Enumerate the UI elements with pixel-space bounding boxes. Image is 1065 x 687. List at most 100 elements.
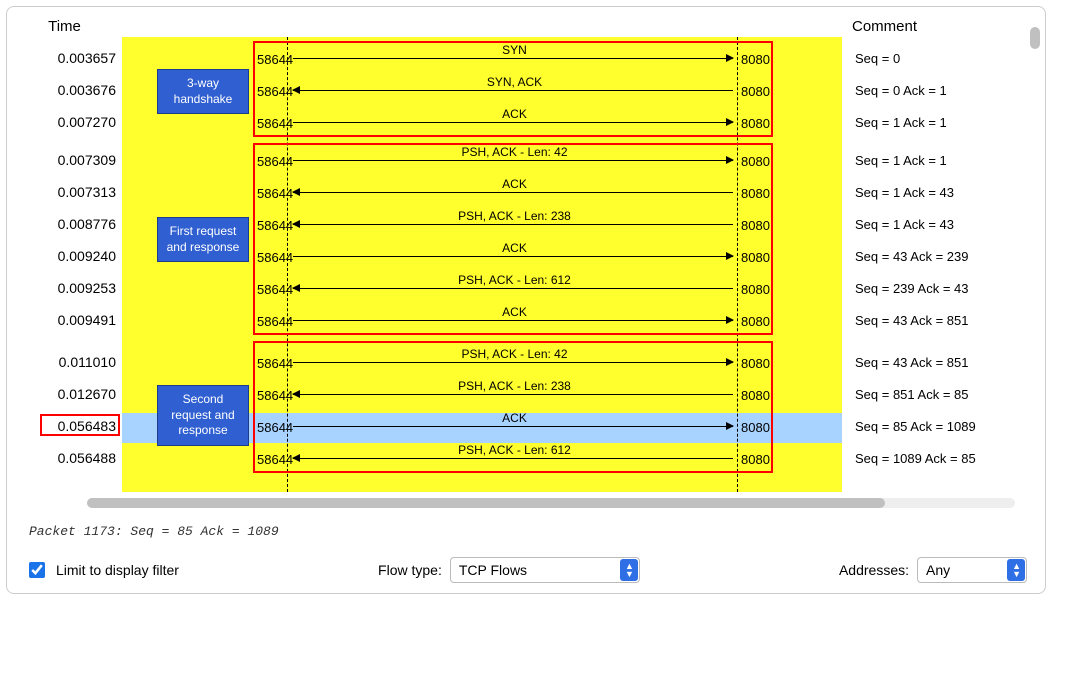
port-left: 58644: [257, 356, 293, 371]
comment-value: Seq = 0 Ack = 1: [855, 83, 947, 98]
message-label: SYN, ACK: [307, 75, 722, 89]
flow-row[interactable]: 0.056483 58644 8080 ACK Seq = 85 Ack = 1…: [7, 411, 1045, 443]
arrow-left-icon: [293, 288, 733, 289]
comment-value: Seq = 851 Ack = 85: [855, 387, 968, 402]
limit-filter-checkbox[interactable]: [29, 562, 45, 578]
time-value: 0.012670: [7, 386, 122, 402]
port-right: 8080: [741, 452, 770, 467]
port-left: 58644: [257, 154, 293, 169]
flow-graph-panel: Time 192.168.0.2 192.168.0.30 Comment 3-…: [6, 6, 1046, 594]
addresses-select-wrap: Any ▲▼: [917, 557, 1027, 583]
comment-value: Seq = 85 Ack = 1089: [855, 419, 976, 434]
arrow-right-icon: [293, 426, 733, 427]
port-left: 58644: [257, 420, 293, 435]
port-right: 8080: [741, 52, 770, 67]
port-left: 58644: [257, 116, 293, 131]
port-right: 8080: [741, 186, 770, 201]
arrow-right-icon: [293, 320, 733, 321]
time-value: 0.008776: [7, 216, 122, 232]
arrow-left-icon: [293, 458, 733, 459]
flow-row[interactable]: 0.007270 58644 8080 ACK Seq = 1 Ack = 1: [7, 107, 1045, 139]
arrow-right-icon: [293, 362, 733, 363]
comment-value: Seq = 1 Ack = 1: [855, 115, 947, 130]
controls-row: Limit to display filter Flow type: TCP F…: [7, 557, 1045, 583]
flow-row[interactable]: 0.011010 58644 8080 PSH, ACK - Len: 42 S…: [7, 347, 1045, 379]
arrow-right-icon: [293, 256, 733, 257]
port-right: 8080: [741, 154, 770, 169]
limit-filter-label: Limit to display filter: [56, 562, 179, 578]
horizontal-scrollbar[interactable]: [87, 498, 1015, 508]
port-left: 58644: [257, 84, 293, 99]
time-value: 0.007313: [7, 184, 122, 200]
message-label: ACK: [307, 241, 722, 255]
flow-diagram[interactable]: 3-way handshake First request and respon…: [7, 37, 1045, 492]
addresses-select[interactable]: Any: [917, 557, 1027, 583]
port-right: 8080: [741, 356, 770, 371]
flow-row[interactable]: 0.007313 58644 8080 ACK Seq = 1 Ack = 43: [7, 177, 1045, 209]
flow-row[interactable]: 0.003676 58644 8080 SYN, ACK Seq = 0 Ack…: [7, 75, 1045, 107]
scrollbar-thumb[interactable]: [87, 498, 885, 508]
flow-row[interactable]: 0.009491 58644 8080 ACK Seq = 43 Ack = 8…: [7, 305, 1045, 337]
arrow-left-icon: [293, 192, 733, 193]
flow-row[interactable]: 0.009240 58644 8080 ACK Seq = 43 Ack = 2…: [7, 241, 1045, 273]
message-label: PSH, ACK - Len: 612: [307, 273, 722, 287]
comment-value: Seq = 43 Ack = 239: [855, 249, 968, 264]
flow-row[interactable]: 0.056488 58644 8080 PSH, ACK - Len: 612 …: [7, 443, 1045, 475]
port-right: 8080: [741, 282, 770, 297]
port-left: 58644: [257, 314, 293, 329]
port-left: 58644: [257, 52, 293, 67]
message-label: PSH, ACK - Len: 238: [307, 379, 722, 393]
message-label: PSH, ACK - Len: 612: [307, 443, 722, 457]
status-text: Packet 1173: Seq = 85 Ack = 1089: [29, 524, 1045, 539]
time-value: 0.003676: [7, 82, 122, 98]
port-left: 58644: [257, 282, 293, 297]
time-value: 0.056488: [7, 450, 122, 466]
port-left: 58644: [257, 218, 293, 233]
flow-type-select[interactable]: TCP Flows: [450, 557, 640, 583]
port-right: 8080: [741, 250, 770, 265]
time-value: 0.009253: [7, 280, 122, 296]
message-label: ACK: [307, 305, 722, 319]
comment-value: Seq = 239 Ack = 43: [855, 281, 968, 296]
comment-value: Seq = 1 Ack = 43: [855, 217, 954, 232]
message-label: SYN: [307, 43, 722, 57]
arrow-right-icon: [293, 160, 733, 161]
comment-value: Seq = 43 Ack = 851: [855, 355, 968, 370]
message-label: PSH, ACK - Len: 42: [307, 347, 722, 361]
flow-row[interactable]: 0.012670 58644 8080 PSH, ACK - Len: 238 …: [7, 379, 1045, 411]
arrow-left-icon: [293, 90, 733, 91]
port-right: 8080: [741, 420, 770, 435]
port-right: 8080: [741, 116, 770, 131]
flow-row[interactable]: 0.007309 58644 8080 PSH, ACK - Len: 42 S…: [7, 145, 1045, 177]
port-left: 58644: [257, 388, 293, 403]
port-left: 58644: [257, 452, 293, 467]
message-label: PSH, ACK - Len: 238: [307, 209, 722, 223]
flow-type-label: Flow type:: [378, 562, 442, 578]
header-comment: Comment: [842, 18, 1022, 35]
arrow-right-icon: [293, 122, 733, 123]
message-label: ACK: [307, 107, 722, 121]
arrow-left-icon: [293, 224, 733, 225]
port-right: 8080: [741, 84, 770, 99]
port-left: 58644: [257, 250, 293, 265]
addresses-label: Addresses:: [839, 562, 909, 578]
time-value: 0.011010: [7, 354, 122, 370]
time-value: 0.007309: [7, 152, 122, 168]
port-right: 8080: [741, 218, 770, 233]
arrow-left-icon: [293, 394, 733, 395]
comment-value: Seq = 1 Ack = 43: [855, 185, 954, 200]
flow-row[interactable]: 0.003657 58644 8080 SYN Seq = 0: [7, 43, 1045, 75]
time-value: 0.003657: [7, 50, 122, 66]
port-right: 8080: [741, 388, 770, 403]
time-value: 0.056483: [7, 418, 122, 434]
flow-row[interactable]: 0.008776 58644 8080 PSH, ACK - Len: 238 …: [7, 209, 1045, 241]
flow-type-select-wrap: TCP Flows ▲▼: [450, 557, 640, 583]
comment-value: Seq = 1 Ack = 1: [855, 153, 947, 168]
time-value: 0.009491: [7, 312, 122, 328]
arrow-right-icon: [293, 58, 733, 59]
comment-value: Seq = 43 Ack = 851: [855, 313, 968, 328]
flow-row[interactable]: 0.009253 58644 8080 PSH, ACK - Len: 612 …: [7, 273, 1045, 305]
comment-value: Seq = 0: [855, 51, 900, 66]
time-value: 0.007270: [7, 114, 122, 130]
comment-value: Seq = 1089 Ack = 85: [855, 451, 976, 466]
